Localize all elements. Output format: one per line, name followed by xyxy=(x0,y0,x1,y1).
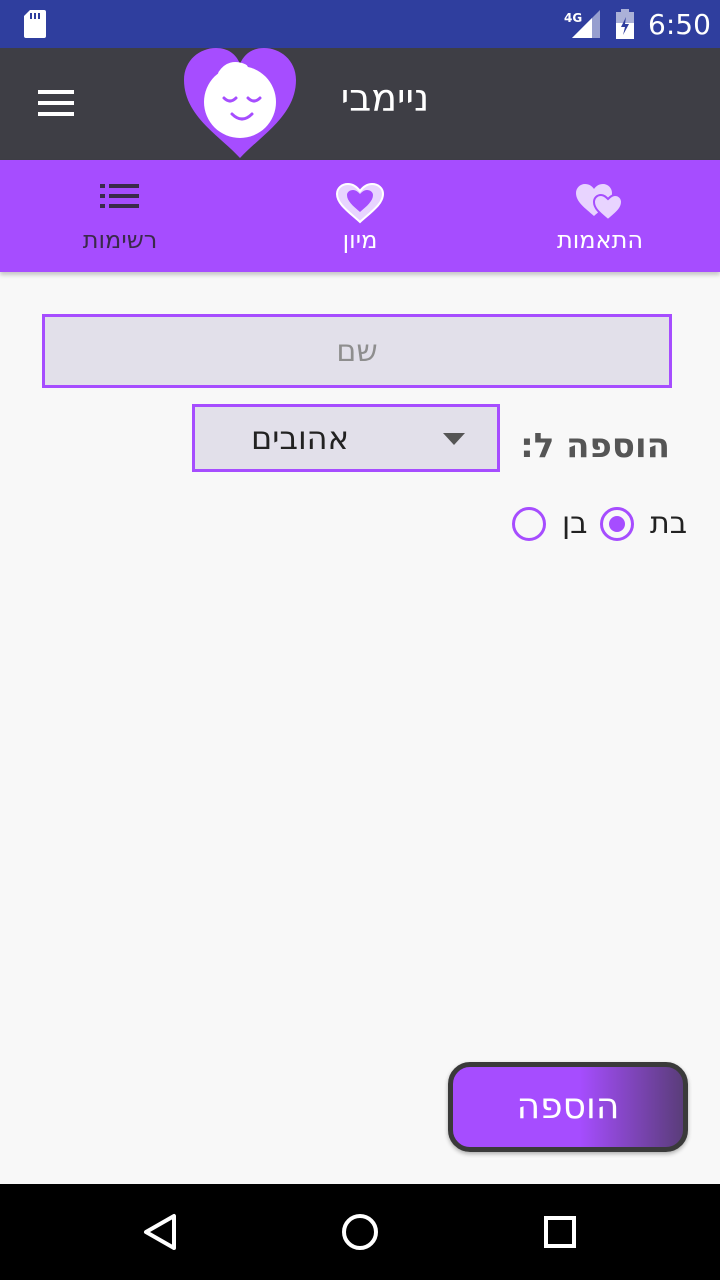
name-input[interactable] xyxy=(42,314,672,388)
list-select-value: אהובים xyxy=(251,419,349,457)
recents-icon[interactable] xyxy=(536,1208,584,1256)
list-select[interactable]: אהובים xyxy=(192,404,500,472)
network-label: 4G xyxy=(564,11,582,25)
radio-selected-dot xyxy=(609,516,625,532)
tab-sort-label: מיון xyxy=(342,226,378,254)
tab-bar: רשימות מיון התאמות xyxy=(0,160,720,272)
heart-outline-icon xyxy=(335,182,385,224)
clock: 6:50 xyxy=(648,8,711,41)
list-icon xyxy=(100,184,139,208)
signal-icon: 4G xyxy=(564,10,600,38)
radio-girl[interactable] xyxy=(600,507,634,541)
heart-baby-logo xyxy=(184,48,296,158)
app-title: ניימבי xyxy=(340,76,430,120)
radio-boy-label: בן xyxy=(562,506,588,541)
back-icon[interactable] xyxy=(136,1208,184,1256)
sd-card-icon xyxy=(24,10,46,38)
tab-matches-label: התאמות xyxy=(556,226,644,254)
add-to-label: הוספה ל: xyxy=(520,426,670,466)
tab-sort[interactable]: מיון xyxy=(280,160,440,272)
radio-boy[interactable] xyxy=(512,507,546,541)
tab-lists[interactable]: רשימות xyxy=(40,160,200,272)
status-bar: 4G 6:50 xyxy=(0,0,720,48)
menu-icon[interactable] xyxy=(36,88,76,118)
battery-charging-icon xyxy=(616,9,634,39)
tab-matches[interactable]: התאמות xyxy=(520,160,680,272)
home-icon[interactable] xyxy=(336,1208,384,1256)
tab-lists-label: רשימות xyxy=(82,226,158,254)
add-button[interactable]: הוספה xyxy=(448,1062,688,1152)
double-heart-icon xyxy=(576,184,624,222)
radio-girl-label: בת xyxy=(650,506,688,541)
dropdown-arrow-icon xyxy=(443,433,465,445)
